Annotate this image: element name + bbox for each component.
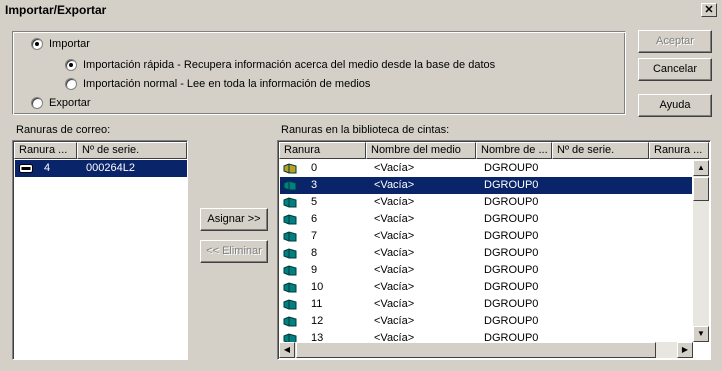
- table-row[interactable]: 12 <Vacía> DGROUP0: [280, 313, 692, 330]
- table-row[interactable]: 0 <Vacía> DGROUP0: [280, 160, 692, 177]
- group-name: DGROUP0: [484, 213, 539, 225]
- group-name: DGROUP0: [484, 298, 539, 310]
- media-name: <Vacía>: [374, 179, 415, 191]
- table-row[interactable]: 9 <Vacía> DGROUP0: [280, 262, 692, 279]
- library-slots-list[interactable]: Ranura Nombre del medio Nombre de ... Nº…: [277, 140, 711, 360]
- slot-number: 9: [311, 264, 318, 276]
- media-name: <Vacía>: [374, 298, 415, 310]
- normal-import-radio[interactable]: [65, 78, 77, 90]
- import-option[interactable]: Importar: [31, 38, 90, 50]
- title-bar: Importar/Exportar ✕: [0, 0, 722, 22]
- media-name: <Vacía>: [374, 162, 415, 174]
- horizontal-scrollbar[interactable]: ◀ ▶: [279, 342, 693, 358]
- import-export-options: [12, 31, 626, 115]
- group-name: DGROUP0: [484, 264, 539, 276]
- media-name: <Vacía>: [374, 230, 415, 242]
- scroll-down-icon[interactable]: ▼: [693, 326, 709, 342]
- scroll-right-icon[interactable]: ▶: [677, 342, 693, 358]
- media-name: <Vacía>: [374, 264, 415, 276]
- table-row[interactable]: 7 <Vacía> DGROUP0: [280, 228, 692, 245]
- tape-icon: [283, 316, 297, 327]
- close-button[interactable]: ✕: [701, 3, 717, 17]
- media-name: <Vacía>: [374, 213, 415, 225]
- mail-slot-serial: 000264L2: [86, 162, 135, 174]
- accept-button[interactable]: Aceptar: [638, 30, 712, 53]
- media-name: <Vacía>: [374, 315, 415, 327]
- lib-col-slot[interactable]: Ranura: [279, 142, 366, 159]
- lib-col-group-name[interactable]: Nombre de ...: [476, 142, 552, 159]
- mail-slot-number: 4: [44, 162, 51, 174]
- export-radio[interactable]: [31, 97, 43, 109]
- library-slots-label: Ranuras en la biblioteca de cintas:: [281, 124, 450, 136]
- slot-number: 3: [311, 179, 318, 191]
- table-row[interactable]: 10 <Vacía> DGROUP0: [280, 279, 692, 296]
- normal-import-label: Importación normal - Lee en toda la info…: [83, 78, 371, 90]
- remove-button[interactable]: << Eliminar: [200, 240, 268, 263]
- quick-import-option[interactable]: Importación rápida - Recupera informació…: [65, 59, 495, 71]
- lib-col-media-name[interactable]: Nombre del medio: [366, 142, 476, 159]
- tape-icon: [283, 214, 297, 225]
- tape-icon: [283, 248, 297, 259]
- mail-slots-list[interactable]: Ranura ... Nº de serie. 4 000264L2: [12, 140, 188, 360]
- vertical-scrollbar[interactable]: ▲ ▼: [693, 160, 709, 342]
- lib-col-serial[interactable]: Nº de serie.: [552, 142, 649, 159]
- import-radio[interactable]: [31, 38, 43, 50]
- slot-number: 8: [311, 247, 318, 259]
- export-option[interactable]: Exportar: [31, 97, 91, 109]
- scroll-thumb[interactable]: [693, 177, 709, 201]
- scroll-left-icon[interactable]: ◀: [279, 342, 295, 358]
- group-name: DGROUP0: [484, 179, 539, 191]
- export-label: Exportar: [49, 97, 91, 109]
- import-label: Importar: [49, 38, 90, 50]
- table-row[interactable]: 8 <Vacía> DGROUP0: [280, 245, 692, 262]
- media-name: <Vacía>: [374, 196, 415, 208]
- media-name: <Vacía>: [374, 281, 415, 293]
- tape-icon: [283, 282, 297, 293]
- media-name: <Vacía>: [374, 247, 415, 259]
- normal-import-option[interactable]: Importación normal - Lee en toda la info…: [65, 78, 370, 90]
- slot-number: 12: [311, 315, 324, 327]
- tape-icon: [283, 180, 297, 191]
- quick-import-radio[interactable]: [65, 59, 77, 71]
- cancel-button[interactable]: Cancelar: [638, 58, 712, 81]
- tape-icon: [283, 265, 297, 276]
- group-name: DGROUP0: [484, 247, 539, 259]
- scroll-up-icon[interactable]: ▲: [693, 160, 709, 176]
- assign-button[interactable]: Asignar >>: [200, 208, 268, 231]
- table-row[interactable]: 11 <Vacía> DGROUP0: [280, 296, 692, 313]
- slot-number: 5: [311, 196, 318, 208]
- table-row[interactable]: 6 <Vacía> DGROUP0: [280, 211, 692, 228]
- tape-icon: [283, 163, 297, 174]
- quick-import-label: Importación rápida - Recupera informació…: [83, 59, 496, 71]
- mail-slot-icon: [19, 164, 33, 173]
- tape-icon: [283, 197, 297, 208]
- mail-slots-label: Ranuras de correo:: [16, 124, 111, 136]
- slot-number: 10: [311, 281, 324, 293]
- group-name: DGROUP0: [484, 162, 539, 174]
- table-row[interactable]: 3 <Vacía> DGROUP0: [280, 177, 692, 194]
- tape-icon: [283, 231, 297, 242]
- close-icon: ✕: [704, 4, 714, 16]
- mail-col-serial[interactable]: Nº de serie.: [77, 142, 187, 159]
- tape-icon: [283, 299, 297, 310]
- list-item[interactable]: 4 000264L2: [15, 160, 187, 177]
- slot-number: 0: [311, 162, 318, 174]
- group-name: DGROUP0: [484, 196, 539, 208]
- help-button[interactable]: Ayuda: [638, 94, 712, 117]
- hscroll-thumb[interactable]: [296, 342, 656, 358]
- table-row[interactable]: 5 <Vacía> DGROUP0: [280, 194, 692, 211]
- group-name: DGROUP0: [484, 315, 539, 327]
- slot-number: 6: [311, 213, 318, 225]
- lib-col-slot-2[interactable]: Ranura ...: [649, 142, 709, 159]
- slot-number: 11: [311, 298, 323, 310]
- mail-col-slot[interactable]: Ranura ...: [14, 142, 77, 159]
- window-title: Importar/Exportar: [5, 3, 107, 17]
- group-name: DGROUP0: [484, 230, 539, 242]
- slot-number: 7: [311, 230, 318, 242]
- group-name: DGROUP0: [484, 281, 539, 293]
